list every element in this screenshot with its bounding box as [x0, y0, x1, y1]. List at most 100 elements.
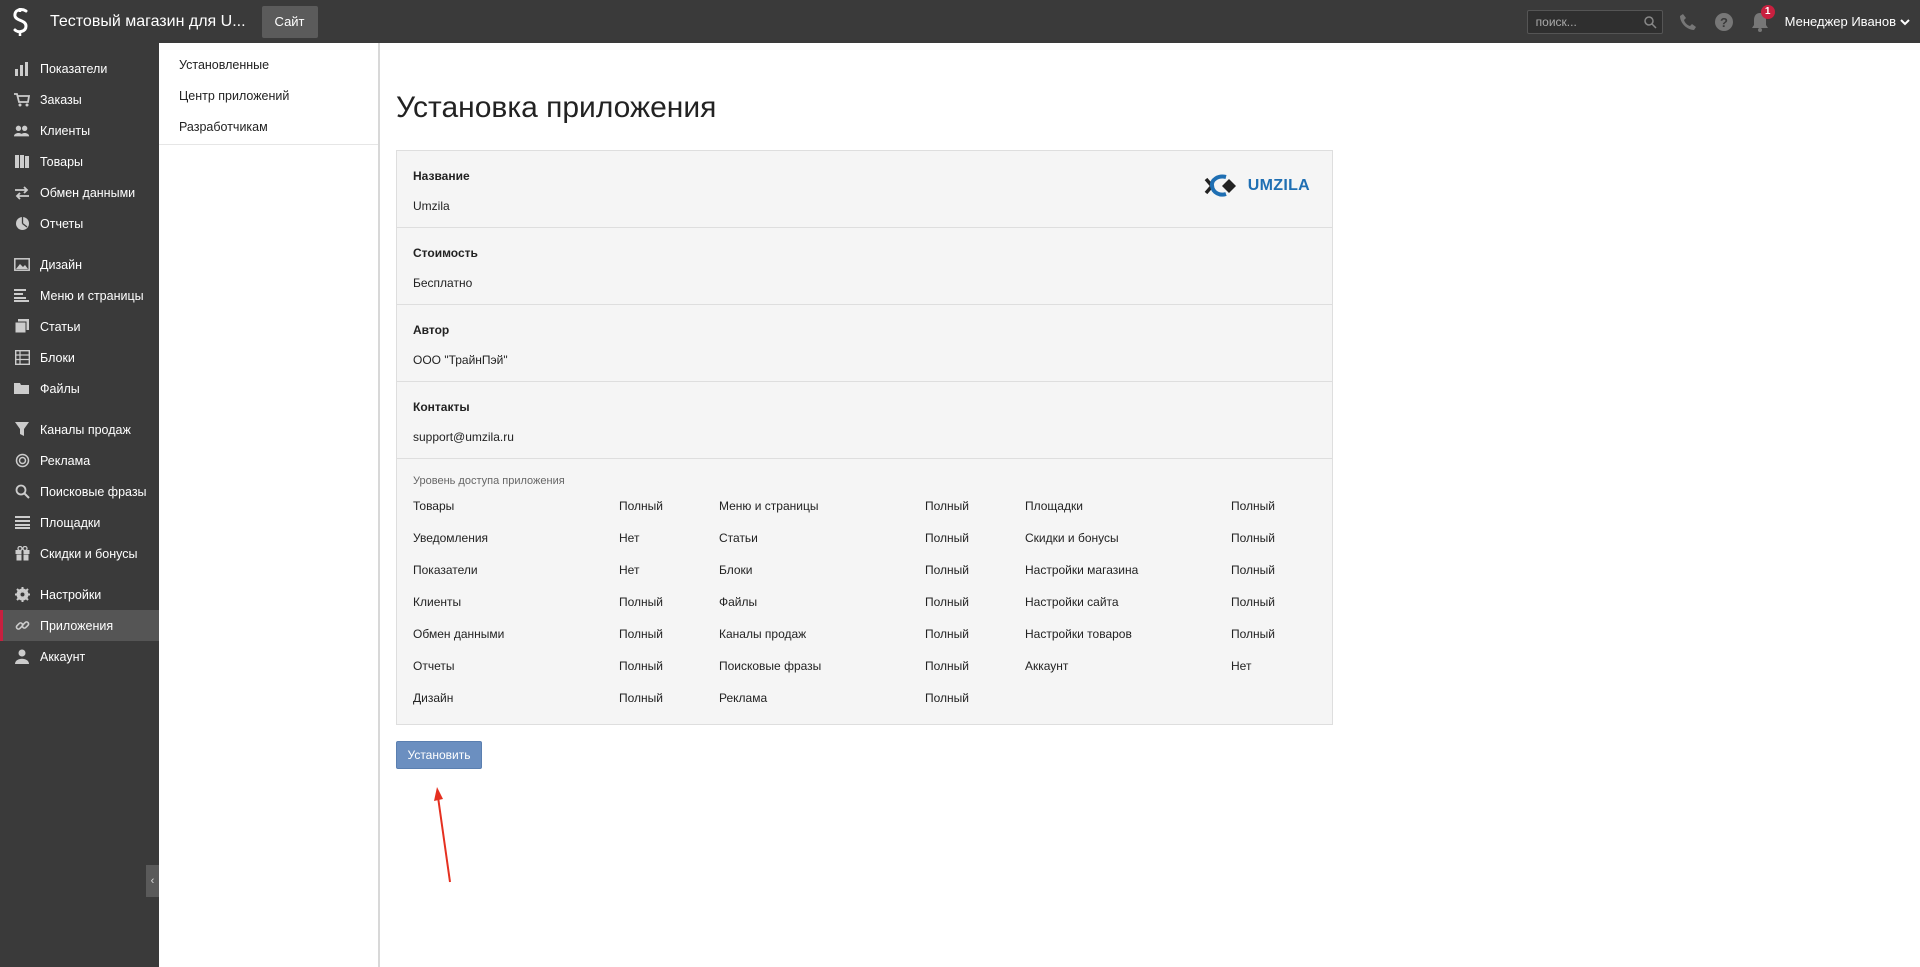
sidebar-item-label: Приложения — [40, 618, 114, 633]
annotation-arrow — [434, 787, 451, 883]
access-permission-level: Полный — [1231, 627, 1275, 641]
field-label: Автор — [413, 323, 450, 337]
access-permission-level: Полный — [925, 499, 969, 513]
subnav-item-installed[interactable]: Установленные — [159, 49, 379, 80]
sidebar-item-menus-pages[interactable]: Меню и страницы — [0, 280, 159, 311]
bar-chart-icon — [14, 61, 30, 77]
search-input[interactable] — [1527, 10, 1662, 33]
sidebar-item-label: Обмен данными — [40, 185, 136, 200]
access-permission-level: Полный — [619, 659, 663, 673]
link-icon — [14, 618, 30, 634]
field-author: Автор ООО "ТрайнПэй" — [397, 305, 1332, 382]
image-icon — [14, 257, 30, 273]
access-permission-name: Файлы — [719, 595, 758, 609]
field-name: Название Umzila UMZILA — [397, 151, 1332, 228]
sidebar-item-blocks[interactable]: Блоки — [0, 342, 159, 373]
field-value: ООО "ТрайнПэй" — [413, 353, 508, 367]
access-permission-level: Полный — [925, 659, 969, 673]
grid-icon — [14, 350, 30, 366]
user-name: Менеджер Иванов — [1784, 14, 1896, 29]
shop-title[interactable]: Тестовый магазин для U... — [50, 13, 246, 31]
sidebar-item-orders[interactable]: Заказы — [0, 84, 159, 115]
access-permission-name: Аккаунт — [1025, 659, 1069, 673]
search-icon[interactable] — [1643, 15, 1657, 29]
access-permission-name: Настройки магазина — [1025, 563, 1139, 577]
access-permission-name: Настройки товаров — [1025, 627, 1132, 641]
umzila-logo-text: UMZILA — [1247, 177, 1310, 194]
sidebar-item-apps[interactable]: Приложения — [0, 610, 159, 641]
sidebar-item-label: Площадки — [40, 515, 101, 530]
search-box[interactable] — [1526, 9, 1663, 34]
sidebar-item-settings[interactable]: Настройки — [0, 579, 159, 610]
bell-icon[interactable]: 1 — [1749, 4, 1775, 33]
access-permission-name: Клиенты — [413, 595, 462, 609]
sidebar-item-discounts[interactable]: Скидки и бонусы — [0, 538, 159, 569]
list-icon — [14, 515, 30, 531]
exchange-icon — [14, 185, 30, 201]
gear-icon — [14, 587, 30, 603]
sidebar-item-articles[interactable]: Статьи — [0, 311, 159, 342]
sidebar-item-advertising[interactable]: Реклама — [0, 445, 159, 476]
sidebar-item-files[interactable]: Файлы — [0, 373, 159, 404]
sidebar-item-design[interactable]: Дизайн — [0, 249, 159, 280]
sidebar-item-label: Меню и страницы — [40, 288, 144, 303]
app-info-panel: Название Umzila UMZILA Стоимость Бесплат… — [396, 150, 1333, 725]
top-right-controls: ? 1 Менеджер Иванов — [1526, 0, 1920, 43]
sidebar-item-products[interactable]: Товары — [0, 146, 159, 177]
access-permission-level: Полный — [925, 691, 969, 705]
access-permission-level: Полный — [925, 531, 969, 545]
users-icon — [14, 123, 30, 139]
access-level-section: Уровень доступа приложения Товары Полный М… — [397, 459, 1332, 724]
sidebar-item-dashboard[interactable]: Показатели — [0, 53, 159, 84]
sidebar-item-clients[interactable]: Клиенты — [0, 115, 159, 146]
notification-badge: 1 — [1760, 4, 1775, 19]
access-permission-name: Показатели — [413, 563, 478, 577]
subnav-item-developers[interactable]: Разработчикам — [159, 111, 379, 142]
access-permission-level: Полный — [1231, 499, 1275, 513]
access-permission-name: Меню и страницы — [719, 499, 819, 513]
access-permission-name: Уведомления — [413, 531, 489, 545]
access-permission-name: Поисковые фразы — [719, 659, 822, 673]
phone-icon[interactable] — [1677, 11, 1699, 33]
field-label: Контакты — [413, 400, 470, 414]
sidebar-item-label: Отчеты — [40, 216, 84, 231]
access-permission-level: Полный — [619, 499, 663, 513]
sidebar-item-reports[interactable]: Отчеты — [0, 208, 159, 239]
search-icon — [14, 484, 30, 500]
sidebar-item-platforms[interactable]: Площадки — [0, 507, 159, 538]
folder-icon — [14, 381, 30, 397]
access-permission-level: Нет — [619, 563, 640, 577]
access-permission-name: Скидки и бонусы — [1025, 531, 1119, 545]
sidebar-item-label: Аккаунт — [40, 649, 86, 664]
sidebar-item-label: Товары — [40, 154, 83, 169]
install-button[interactable]: Установить — [396, 741, 482, 769]
sidebar-item-sales-channels[interactable]: Каналы продаж — [0, 414, 159, 445]
app-logo-icon[interactable] — [0, 0, 42, 43]
apps-subnav: Установленные Центр приложений Разработч… — [159, 43, 379, 145]
sidebar-item-data-exchange[interactable]: Обмен данными — [0, 177, 159, 208]
cart-icon — [14, 92, 30, 108]
field-value: Бесплатно — [413, 276, 473, 290]
field-label: Стоимость — [413, 246, 478, 260]
target-icon — [14, 453, 30, 469]
field-value[interactable]: support@umzila.ru — [413, 430, 514, 444]
sidebar: Показатели Заказы Клиенты Товары Обмен д… — [0, 43, 159, 967]
sidebar-item-label: Показатели — [40, 61, 108, 76]
sidebar-item-search-phrases[interactable]: Поисковые фразы — [0, 476, 159, 507]
sidebar-item-account[interactable]: Аккаунт — [0, 641, 159, 672]
user-menu[interactable]: Менеджер Иванов — [1785, 14, 1910, 29]
site-button[interactable]: Сайт — [261, 5, 318, 38]
sidebar-item-label: Дизайн — [40, 257, 83, 272]
access-permission-level: Полный — [925, 595, 969, 609]
subnav-item-app-center[interactable]: Центр приложений — [159, 80, 379, 111]
help-icon[interactable]: ? — [1713, 11, 1735, 33]
access-permission-name: Реклама — [719, 691, 768, 705]
access-permission-name: Настройки сайта — [1025, 595, 1119, 609]
sidebar-collapse-handle[interactable]: ‹ — [146, 865, 159, 897]
copy-icon — [14, 319, 30, 335]
access-permission-name: Каналы продаж — [719, 627, 807, 641]
lines-icon — [14, 288, 30, 304]
person-icon — [14, 649, 30, 665]
access-permission-level: Полный — [619, 595, 663, 609]
svg-text:?: ? — [1720, 15, 1728, 30]
